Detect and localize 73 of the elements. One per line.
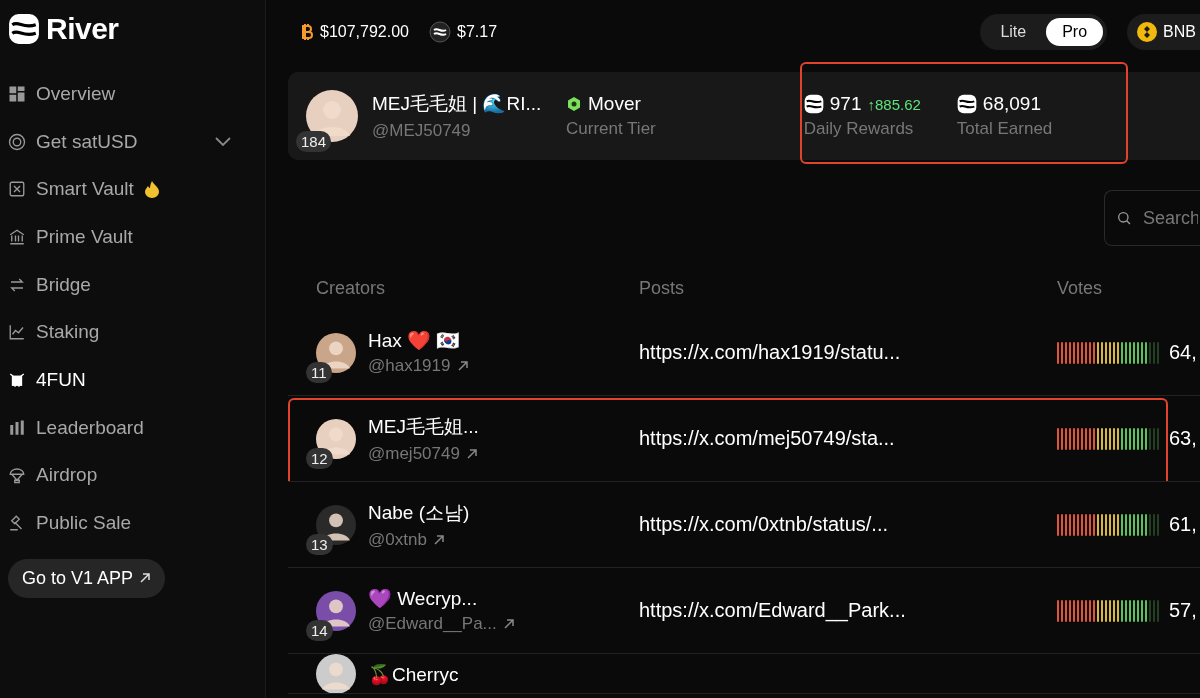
sidebar-item[interactable]: Bridge bbox=[8, 260, 257, 309]
river-logo-icon bbox=[803, 94, 824, 114]
sidebar-item[interactable]: Public Sale bbox=[8, 499, 257, 547]
brand-name: River bbox=[46, 12, 119, 46]
sidebar-item[interactable]: Airdrop bbox=[8, 451, 257, 500]
ticker-price: $107,792.00 bbox=[320, 23, 409, 41]
chart-icon bbox=[8, 323, 26, 342]
search-icon bbox=[1116, 210, 1132, 226]
creator-name: 💜 Wecryp... bbox=[368, 587, 479, 610]
bnb-icon bbox=[1137, 22, 1158, 42]
search-field[interactable]: Search bbox=[1104, 190, 1200, 246]
profile-name: MEJ毛毛姐 | 🌊RI... bbox=[372, 92, 543, 116]
river-logo-icon bbox=[956, 94, 977, 114]
post-link[interactable]: https://x.com/mej50749/sta... bbox=[639, 427, 1057, 450]
creator-handle[interactable]: @Edward__Pa... bbox=[368, 614, 515, 634]
external-link-icon bbox=[432, 533, 445, 546]
river-logo-icon bbox=[8, 13, 40, 45]
external-link-icon bbox=[139, 572, 152, 585]
external-link-icon bbox=[502, 618, 515, 630]
rank-badge: 13 bbox=[306, 533, 333, 555]
rank-badge: 184 bbox=[296, 131, 332, 152]
sidebar-item[interactable]: Leaderboard bbox=[8, 403, 257, 452]
rank-badge: 12 bbox=[306, 447, 333, 469]
daily-rewards-value: 971 bbox=[829, 93, 862, 115]
sidebar-item[interactable]: Prime Vault bbox=[8, 213, 257, 261]
target-icon bbox=[8, 132, 26, 151]
post-link[interactable]: https://x.com/0xtnb/status/... bbox=[639, 513, 1057, 536]
profile-handle: @MEJ50749 bbox=[372, 121, 472, 141]
tier-icon bbox=[566, 96, 582, 112]
daily-change: ↑885.62 bbox=[867, 95, 921, 113]
total-earned-value: 68,091 bbox=[982, 93, 1041, 115]
rank-badge: 11 bbox=[306, 361, 332, 383]
creator-name: Hax ❤ 🇰🇷 bbox=[368, 329, 462, 352]
ticker-price: $7.17 bbox=[457, 23, 498, 41]
sidebar-item[interactable]: Get satUSD bbox=[8, 117, 257, 166]
post-link[interactable]: https://x.com/Edward__Park... bbox=[639, 599, 1057, 622]
mode-button[interactable]: Lite bbox=[984, 18, 1043, 46]
external-link-icon bbox=[456, 360, 469, 372]
sidebar-item[interactable]: Overview bbox=[8, 70, 257, 118]
creator-handle[interactable]: @hax1919 bbox=[368, 356, 469, 376]
creator-name: Nabe (소남) bbox=[368, 500, 470, 525]
vault-icon bbox=[8, 180, 26, 199]
external-link-icon bbox=[465, 447, 478, 460]
avatar-icon bbox=[316, 654, 356, 693]
sidebar-item[interactable]: Staking bbox=[8, 308, 257, 357]
creator-name: MEJ毛毛姐... bbox=[368, 414, 479, 439]
vote-count: 63, bbox=[1169, 427, 1197, 450]
creator-handle[interactable]: @0xtnb bbox=[368, 529, 470, 550]
vote-count: 64, bbox=[1169, 341, 1197, 364]
mode-button[interactable]: Pro bbox=[1046, 18, 1104, 46]
creator-name: 🍒Cherryc bbox=[368, 662, 459, 686]
total-earned-label: Total Earned bbox=[956, 119, 1053, 139]
bitcoin-icon bbox=[300, 23, 314, 41]
tier-name: Mover bbox=[588, 93, 641, 115]
network-button[interactable]: BNB bbox=[1127, 14, 1200, 50]
vote-count: 57, bbox=[1169, 599, 1197, 622]
river-coin-icon bbox=[429, 21, 451, 43]
rank-badge: 14 bbox=[306, 619, 333, 641]
parachute-icon bbox=[8, 466, 26, 485]
column-header: Votes bbox=[1057, 277, 1104, 299]
vote-count: 61, bbox=[1169, 513, 1197, 536]
bank-icon bbox=[8, 227, 26, 246]
bars-icon bbox=[8, 418, 26, 437]
tier-label: Current Tier bbox=[566, 119, 656, 139]
v1-app-link[interactable]: Go to V1 APP bbox=[8, 558, 166, 598]
creator-handle[interactable]: @mej50749 bbox=[368, 443, 479, 464]
column-header: Creators bbox=[316, 277, 387, 299]
sidebar-item[interactable]: Smart Vault bbox=[8, 165, 257, 214]
column-header: Posts bbox=[639, 277, 686, 299]
sidebar-item[interactable]: 4FUN bbox=[8, 356, 257, 404]
post-link[interactable]: https://x.com/hax1919/statu... bbox=[639, 341, 1057, 364]
grid-icon bbox=[8, 84, 26, 103]
daily-rewards-label: Daily Rewards bbox=[803, 119, 915, 139]
